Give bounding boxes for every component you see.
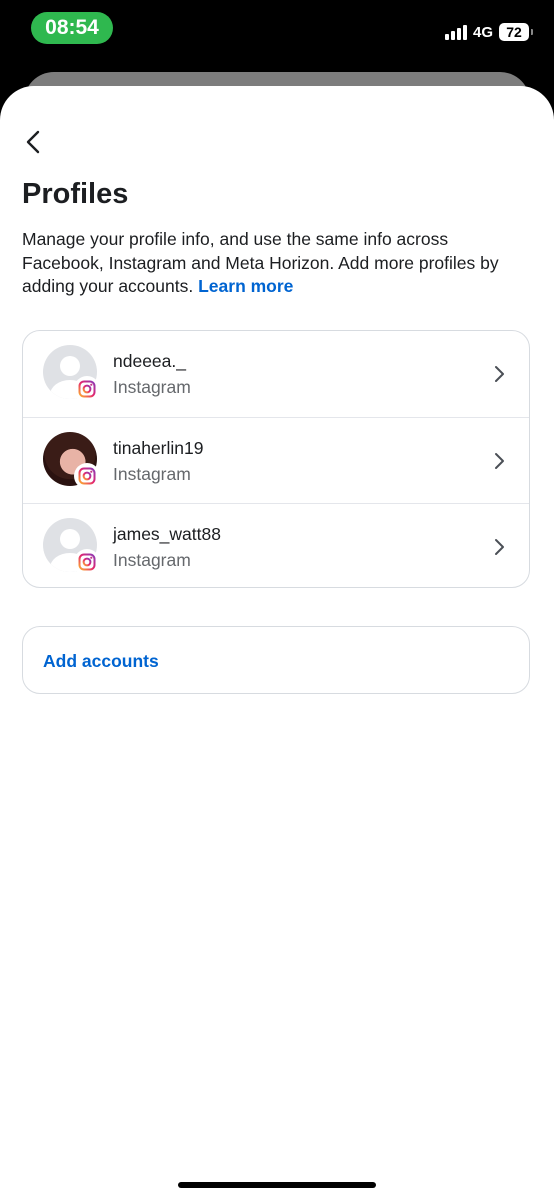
profile-source: Instagram [113,464,191,484]
profile-name: ndeeea._ [113,351,186,371]
add-accounts-button[interactable]: Add accounts [22,626,530,694]
network-label: 4G [472,23,493,41]
profiles-list: ndeeea._ Instagram tinaherlin19 Instagra… [22,330,530,588]
chevron-right-icon [495,366,504,382]
instagram-icon [74,463,100,489]
profile-source: Instagram [113,550,191,570]
page-description: Manage your profile info, and use the sa… [22,228,534,299]
profile-name: tinaherlin19 [113,438,204,458]
back-arrow-icon [26,130,40,154]
signal-icon [444,24,467,40]
add-accounts-label: Add accounts [43,651,159,671]
instagram-icon [74,549,100,575]
time-pill: 08:54 [31,12,113,44]
profile-row[interactable]: james_watt88 Instagram [23,503,529,590]
page-title: Profiles [22,178,129,210]
battery-icon: 72 [499,23,533,41]
profiles-sheet: Profiles Manage your profile info, and u… [0,86,554,1200]
chevron-right-icon [495,453,504,469]
status-bar: 08:54 4G 72 [0,0,554,60]
home-indicator[interactable] [178,1182,376,1188]
instagram-icon [74,376,100,402]
profile-row[interactable]: ndeeea._ Instagram [23,331,529,417]
profile-source: Instagram [113,377,191,397]
learn-more-link[interactable]: Learn more [198,276,293,296]
status-indicators: 4G 72 [444,20,533,44]
back-button[interactable] [18,126,50,158]
profile-name: james_watt88 [113,524,221,544]
profile-row[interactable]: tinaherlin19 Instagram [23,417,529,504]
chevron-right-icon [495,539,504,555]
